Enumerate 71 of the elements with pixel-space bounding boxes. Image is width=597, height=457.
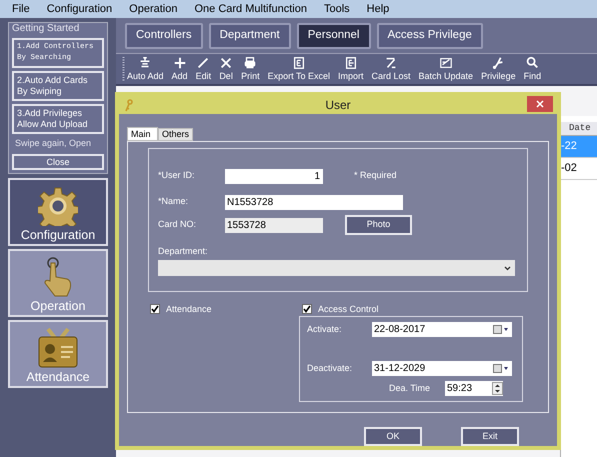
module-tab[interactable]: Personnel bbox=[296, 22, 370, 48]
field-label: Department: bbox=[158, 245, 209, 257]
dialog-button[interactable]: OK bbox=[364, 427, 422, 446]
toolbar-button[interactable]: Export To Excel bbox=[268, 56, 330, 82]
module-tab[interactable]: Access Privilege bbox=[376, 22, 483, 48]
field-label: Dea. Time bbox=[389, 382, 432, 395]
photo-button[interactable]: Photo bbox=[345, 215, 412, 235]
document-icon bbox=[344, 56, 358, 70]
toolbar-button[interactable]: Import bbox=[338, 56, 364, 82]
calendar-dropdown-icon bbox=[493, 325, 509, 334]
id-badge-icon bbox=[36, 328, 80, 368]
name-field[interactable]: N1553728 bbox=[225, 194, 403, 210]
add-icon bbox=[172, 56, 187, 70]
toolbar-button[interactable]: Del bbox=[219, 56, 234, 82]
menu-item[interactable]: File bbox=[12, 0, 30, 18]
toolbar-button[interactable]: Card Lost bbox=[371, 56, 411, 82]
toolbar-button[interactable]: Edit bbox=[196, 56, 212, 82]
chevron-down-icon bbox=[504, 266, 511, 270]
date-picker[interactable]: 22-08-2017 bbox=[372, 322, 512, 337]
edit-icon bbox=[438, 56, 453, 70]
toolbar-button[interactable]: Batch Update bbox=[418, 56, 474, 82]
dialog-tab[interactable]: Main bbox=[127, 127, 158, 141]
pencil-icon bbox=[196, 56, 210, 70]
date-picker[interactable]: 31-12-2029 bbox=[372, 361, 512, 376]
delete-icon bbox=[219, 56, 234, 70]
close-button[interactable]: Close bbox=[12, 154, 104, 170]
panel-title: Getting Started bbox=[12, 23, 80, 35]
list-icon bbox=[138, 56, 152, 70]
time-spinner[interactable]: 59:23 bbox=[445, 381, 503, 396]
field-label: Activate: bbox=[307, 322, 343, 336]
module-tab[interactable]: Controllers bbox=[125, 22, 203, 48]
step-item[interactable]: 2.Auto Add Cards By Swiping bbox=[12, 71, 104, 101]
field-label: Deactivate: bbox=[307, 362, 354, 375]
dialog-button[interactable]: Exit bbox=[461, 427, 519, 446]
checkbox-label: Access Control bbox=[318, 304, 379, 314]
card-number-field: 1553728 bbox=[225, 218, 323, 232]
calendar-dropdown-icon bbox=[493, 364, 509, 373]
checkbox-label: Attendance bbox=[166, 304, 212, 314]
toolbar-button[interactable]: Find bbox=[524, 56, 542, 82]
dialog-tab[interactable]: Others bbox=[158, 128, 194, 141]
menu-item[interactable]: Tools bbox=[324, 0, 350, 18]
keys-icon bbox=[124, 99, 134, 113]
gear-icon bbox=[38, 186, 78, 226]
module-tab[interactable]: Department bbox=[208, 22, 291, 48]
search-icon bbox=[525, 56, 540, 70]
field-label: Card NO: bbox=[158, 218, 198, 232]
spinner-arrows-icon bbox=[492, 382, 503, 395]
menu-item[interactable]: Configuration bbox=[46, 0, 112, 18]
printer-icon bbox=[243, 56, 258, 70]
close-icon bbox=[536, 100, 544, 108]
user-id-field[interactable]: 1 bbox=[225, 168, 323, 184]
dialog-title: User bbox=[325, 97, 351, 114]
step-item[interactable]: 3.Add Privileges Allow And Upload bbox=[12, 104, 104, 134]
grip-icon bbox=[122, 56, 125, 82]
toolbar-button[interactable]: Add bbox=[172, 56, 188, 82]
close-button[interactable] bbox=[527, 96, 553, 112]
checkbox[interactable] bbox=[302, 304, 312, 314]
menu-item[interactable]: Help bbox=[366, 0, 390, 18]
toolbar-button[interactable]: Auto Add bbox=[127, 56, 164, 82]
field-label: *User ID: bbox=[158, 169, 196, 182]
menu-item[interactable]: Operation bbox=[129, 0, 178, 18]
required-note: * Required bbox=[354, 169, 397, 182]
checkbox[interactable] bbox=[150, 304, 160, 314]
field-label: *Name: bbox=[158, 195, 190, 208]
column-header: Date bbox=[569, 122, 591, 135]
menu-item[interactable]: One Card Multifunction bbox=[194, 0, 307, 18]
toolbar-button[interactable]: Privilege bbox=[481, 56, 516, 82]
document-icon bbox=[292, 56, 306, 70]
nav-button[interactable]: Configuration bbox=[8, 178, 108, 246]
toolbar-button[interactable]: Print bbox=[241, 56, 260, 82]
hint-text: Swipe again, Open bbox=[14, 137, 92, 150]
